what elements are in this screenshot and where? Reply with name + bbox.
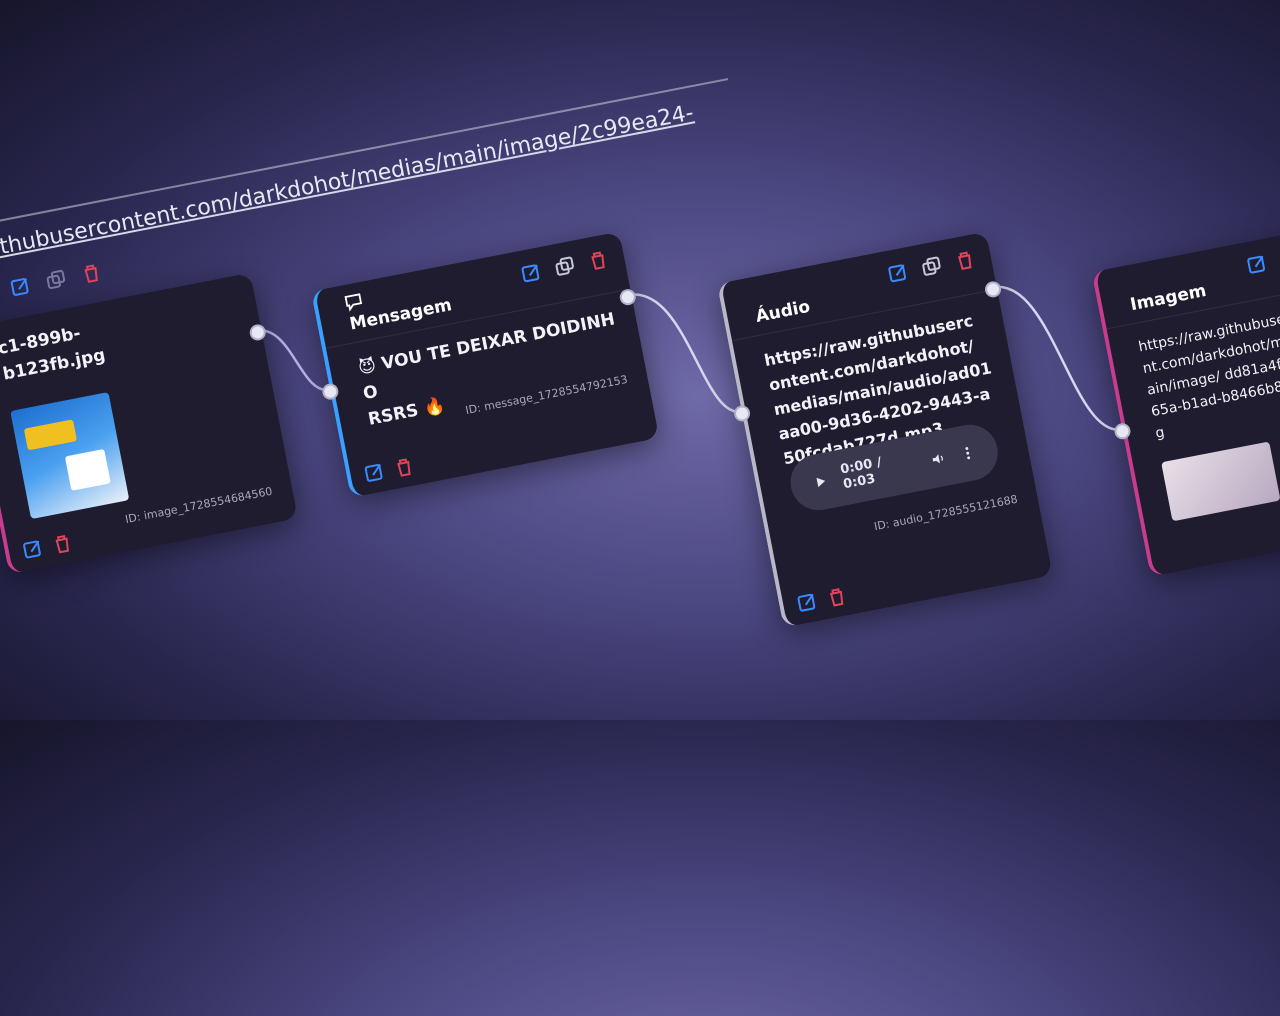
flow-canvas[interactable]: w.githubusercontent.com/darkdohot/medias… (0, 0, 1280, 836)
trash-icon[interactable] (586, 248, 609, 271)
image-thumbnail (1161, 441, 1280, 522)
node-tools (886, 248, 976, 284)
audio-progress-bar[interactable] (916, 461, 918, 465)
chat-icon (344, 293, 363, 312)
play-icon[interactable] (811, 470, 830, 493)
emoji: 😈 (356, 355, 378, 379)
node-footer (363, 455, 416, 484)
edit-icon[interactable] (363, 461, 386, 484)
node-tools (1245, 240, 1280, 276)
trash-icon[interactable] (392, 455, 415, 478)
node-id: ID: audio_1728555121688 (873, 492, 1019, 534)
node-tools (520, 248, 610, 284)
image-node-1[interactable]: c1-899b- b123fb.jpg ID: image_1728554684… (0, 272, 298, 575)
message-line: RSRS (366, 400, 421, 430)
edit-icon[interactable] (21, 538, 44, 561)
edit-icon[interactable] (796, 591, 819, 614)
trash-icon[interactable] (51, 532, 74, 555)
image-thumbnail (10, 392, 130, 520)
node-title: Imagem (1128, 280, 1209, 316)
volume-icon[interactable] (929, 448, 948, 471)
edit-icon[interactable] (1245, 253, 1268, 276)
edit-icon[interactable] (886, 261, 909, 284)
trash-icon[interactable] (80, 261, 103, 284)
audio-time: 0:00 / 0:03 (839, 454, 883, 493)
audio-node[interactable]: Áudio https://raw.githubusercontent.com/… (716, 231, 1053, 628)
message-node[interactable]: Mensagem 😈 VOU TE DEIXAR DOIDINHO RSRS 🔥… (310, 231, 660, 498)
node-id: ID: image_1728554684560 (124, 484, 274, 527)
trash-icon[interactable] (825, 585, 848, 608)
node-title: Áudio (754, 296, 812, 327)
copy-icon[interactable] (553, 255, 576, 278)
image-node-url: c1-899b- b123fb.jpg (0, 290, 243, 387)
edit-icon[interactable] (520, 261, 543, 284)
node-footer (21, 532, 74, 561)
top-divider (0, 78, 729, 233)
copy-icon[interactable] (920, 255, 943, 278)
node-footer (796, 585, 849, 614)
more-vert-icon[interactable] (958, 442, 977, 465)
trash-icon[interactable] (953, 248, 976, 271)
emoji: 🔥 (422, 395, 447, 419)
image-node-2[interactable]: Imagem https://raw.githubusercontent.com… (1091, 223, 1280, 577)
copy-icon[interactable] (44, 268, 67, 291)
edit-icon[interactable] (9, 275, 32, 298)
image-url: https://raw.githubusercontent.com/darkdo… (1137, 302, 1280, 442)
